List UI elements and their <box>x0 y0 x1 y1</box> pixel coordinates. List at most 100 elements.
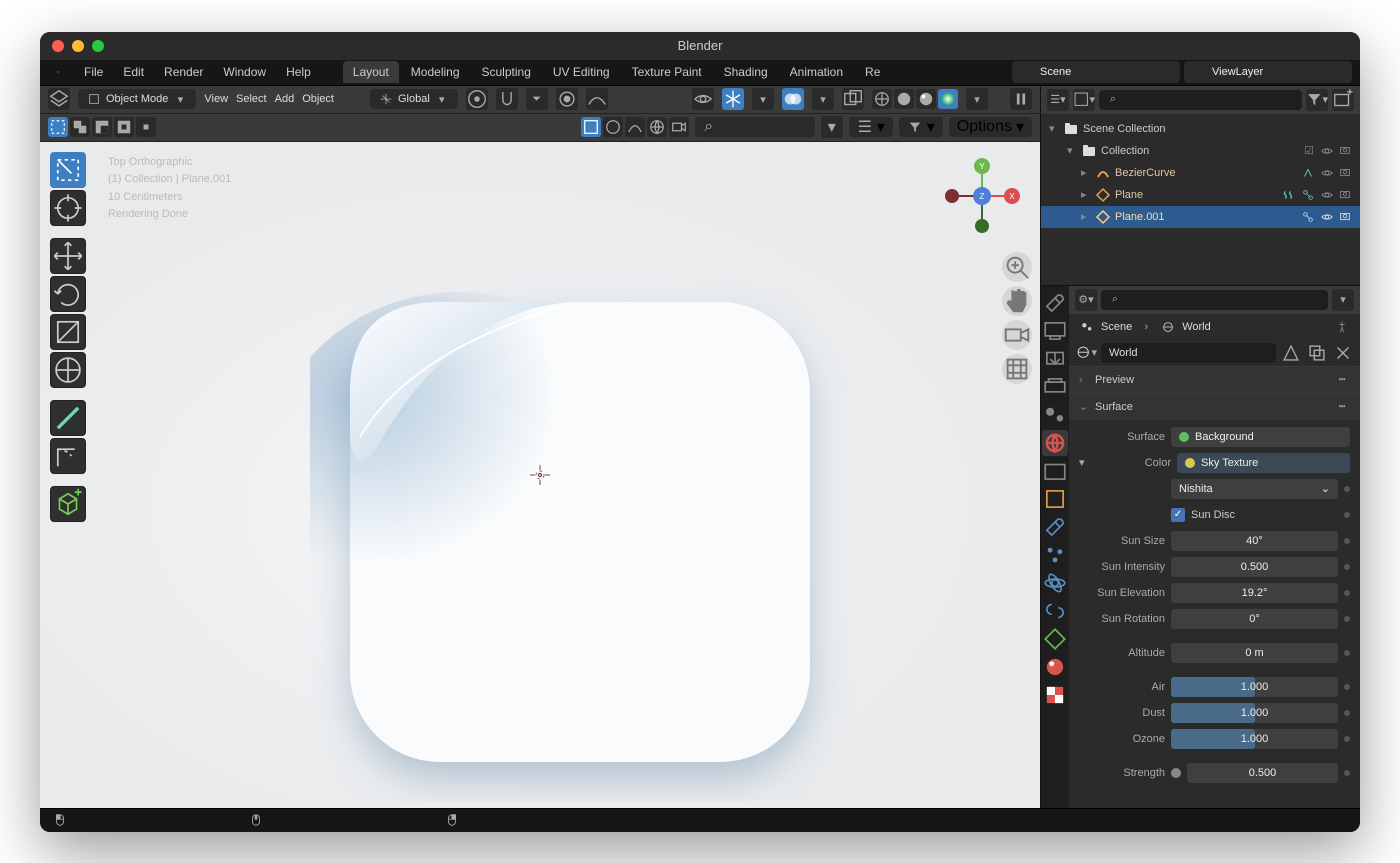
modifier-icon[interactable] <box>1300 165 1316 181</box>
surface-panel-header[interactable]: ⌄ Surface ┅ <box>1069 394 1360 420</box>
measure-tool[interactable] <box>50 438 86 474</box>
outliner-display-icon[interactable]: ▾ <box>1073 89 1095 111</box>
sky-type-dropdown[interactable]: Nishita ⌄ <box>1171 479 1338 499</box>
anim-dot-icon[interactable] <box>1344 616 1350 622</box>
mode-dropdown[interactable]: Object Mode ▾ <box>78 89 196 109</box>
anim-dot-icon[interactable] <box>1344 710 1350 716</box>
outliner-filter-icon[interactable]: ▾ <box>1306 89 1328 111</box>
eye-icon[interactable] <box>1320 144 1334 158</box>
menu-render[interactable]: Render <box>156 63 211 81</box>
strength-field[interactable]: 0.500 <box>1187 763 1338 783</box>
menu-help[interactable]: Help <box>278 63 319 81</box>
select-subtract-icon[interactable] <box>92 117 112 137</box>
snap-toggle-icon[interactable] <box>496 88 518 110</box>
perspective-toggle-icon[interactable] <box>1002 354 1032 384</box>
tab-tool-icon[interactable] <box>1042 290 1068 316</box>
filter-dropdown-icon[interactable]: ▾ <box>821 116 843 138</box>
tab-scene-icon[interactable] <box>1042 402 1068 428</box>
color-node-button[interactable]: Sky Texture <box>1177 453 1350 473</box>
tab-modeling[interactable]: Modeling <box>401 61 470 83</box>
menu-window[interactable]: Window <box>215 63 274 81</box>
sun-disc-checkbox[interactable]: ✓ <box>1171 508 1185 522</box>
tab-world-icon[interactable] <box>1042 430 1068 456</box>
props-editor-icon[interactable]: ⚙▾ <box>1075 289 1097 311</box>
tab-animation[interactable]: Animation <box>780 61 853 83</box>
select-box-tool[interactable] <box>50 152 86 188</box>
eye-icon[interactable] <box>1320 210 1334 224</box>
sun-elevation-field[interactable]: 19.2° <box>1171 583 1338 603</box>
panel-menu-icon[interactable]: ┅ <box>1334 372 1350 388</box>
camera-view-gizmo-icon[interactable] <box>1002 320 1032 350</box>
tab-layout[interactable]: Layout <box>343 61 399 83</box>
select-extend-icon[interactable] <box>70 117 90 137</box>
overlays-toggle-icon[interactable] <box>782 88 804 110</box>
select-invert-icon[interactable] <box>114 117 134 137</box>
scene-name-input[interactable] <box>1040 66 1130 78</box>
pin-icon[interactable] <box>1334 319 1350 335</box>
fake-user-icon[interactable] <box>1280 342 1302 364</box>
object-row-beziercurve[interactable]: ▸ BezierCurve <box>1041 162 1360 184</box>
world-name-input[interactable] <box>1101 343 1276 363</box>
render-icon[interactable] <box>1338 210 1352 224</box>
modifier-icon[interactable] <box>1280 187 1296 203</box>
navigation-gizmo[interactable]: X Y Z <box>942 156 1022 236</box>
show-camera-icon[interactable] <box>669 117 689 137</box>
render-icon[interactable] <box>1338 166 1352 180</box>
anim-dot-icon[interactable] <box>1344 564 1350 570</box>
zoom-gizmo-icon[interactable] <box>1002 252 1032 282</box>
tab-texture-paint[interactable]: Texture Paint <box>622 61 712 83</box>
object-row-plane[interactable]: ▸ Plane <box>1041 184 1360 206</box>
xray-toggle-icon[interactable] <box>842 88 864 110</box>
preview-panel-header[interactable]: › Preview ┅ <box>1069 367 1360 393</box>
exclude-checkbox-icon[interactable]: ☑ <box>1302 144 1316 158</box>
render-icon[interactable] <box>1338 188 1352 202</box>
gizmo-options-icon[interactable]: ▾ <box>752 88 774 110</box>
object-visibility-icon[interactable] <box>692 88 714 110</box>
unlink-world-icon[interactable] <box>1332 342 1354 364</box>
tab-modifier-icon[interactable] <box>1042 514 1068 540</box>
move-tool[interactable] <box>50 238 86 274</box>
viewlayer-selector[interactable] <box>1184 61 1352 83</box>
new-collection-icon[interactable] <box>1332 89 1354 111</box>
orientation-dropdown[interactable]: Global ▾ <box>370 89 458 109</box>
props-options-icon[interactable]: ▾ <box>1332 289 1354 311</box>
sun-rotation-field[interactable]: 0° <box>1171 609 1338 629</box>
panel-menu-icon[interactable]: ┅ <box>1334 399 1350 415</box>
object-row-plane001[interactable]: ▸ Plane.001 <box>1041 206 1360 228</box>
close-window-button[interactable] <box>52 40 64 52</box>
world-browse-icon[interactable]: ▾ <box>1075 342 1097 364</box>
add-cube-tool[interactable] <box>50 486 86 522</box>
rendered-shading-icon[interactable] <box>938 89 958 109</box>
outliner-search[interactable]: ⌕ <box>1099 90 1302 110</box>
show-mesh-icon[interactable] <box>603 117 623 137</box>
tab-sculpting[interactable]: Sculpting <box>472 61 541 83</box>
tab-render-icon[interactable] <box>1042 318 1068 344</box>
modifier-geonodes-icon[interactable] <box>1300 187 1316 203</box>
viewport-display-dropdown[interactable]: ☰▾ <box>849 117 893 137</box>
proportional-edit-icon[interactable] <box>556 88 578 110</box>
menu-edit[interactable]: Edit <box>115 63 152 81</box>
new-scene-icon[interactable] <box>1136 64 1152 80</box>
shading-options-icon[interactable]: ▾ <box>966 88 988 110</box>
collection-row[interactable]: ▾ Collection ☑ <box>1041 140 1360 162</box>
tab-rendering-truncated[interactable]: Re <box>855 61 890 83</box>
tab-constraint-icon[interactable] <box>1042 598 1068 624</box>
select-intersect-icon[interactable] <box>136 117 156 137</box>
scale-tool[interactable] <box>50 314 86 350</box>
sun-size-field[interactable]: 40° <box>1171 531 1338 551</box>
gizmos-toggle-icon[interactable] <box>722 88 744 110</box>
eye-icon[interactable] <box>1320 188 1334 202</box>
expand-icon[interactable]: ▾ <box>1079 456 1091 469</box>
anim-dot-icon[interactable] <box>1344 590 1350 596</box>
tab-physics-icon[interactable] <box>1042 570 1068 596</box>
transform-tool[interactable] <box>50 352 86 388</box>
surface-shader-button[interactable]: Background <box>1171 427 1350 447</box>
tab-texture-icon[interactable] <box>1042 682 1068 708</box>
minimize-window-button[interactable] <box>72 40 84 52</box>
select-set-icon[interactable] <box>48 117 68 137</box>
altitude-field[interactable]: 0 m <box>1171 643 1338 663</box>
viewlayer-name-input[interactable] <box>1212 66 1302 78</box>
menu-select[interactable]: Select <box>236 93 267 105</box>
tab-material-icon[interactable] <box>1042 654 1068 680</box>
new-world-icon[interactable] <box>1306 342 1328 364</box>
